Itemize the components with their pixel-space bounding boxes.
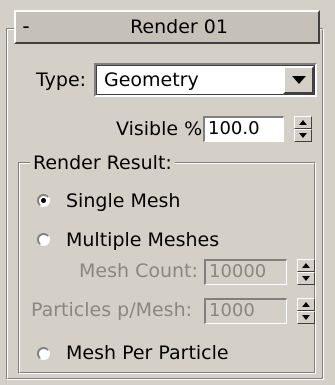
single-mesh-radio[interactable] — [37, 194, 50, 207]
spinner-up-icon — [302, 302, 310, 307]
spinner-up-icon — [299, 120, 307, 125]
spinner-up-button[interactable] — [294, 116, 312, 129]
spinner-down-button[interactable] — [297, 311, 315, 324]
multiple-meshes-radio[interactable] — [37, 233, 50, 246]
mesh-count-input[interactable]: 10000 — [204, 259, 287, 285]
particles-per-mesh-label: Particles p/Mesh: — [31, 299, 193, 321]
mesh-count-label: Mesh Count: — [79, 260, 198, 282]
spinner-up-button[interactable] — [297, 298, 315, 311]
render-result-title: Render Result: — [30, 151, 175, 175]
mesh-count-spinner[interactable] — [297, 259, 315, 285]
type-dropdown-value[interactable]: Geometry — [104, 67, 199, 93]
visible-percent-spinner[interactable] — [294, 116, 312, 142]
spinner-down-icon — [302, 276, 310, 281]
single-mesh-label[interactable]: Single Mesh — [66, 189, 180, 213]
dropdown-arrow-button[interactable] — [283, 66, 314, 94]
type-label: Type: — [36, 69, 87, 91]
dropdown-arrow-icon — [292, 76, 306, 84]
spinner-down-button[interactable] — [297, 272, 315, 285]
visible-percent-input[interactable]: 100.0 — [203, 116, 284, 142]
spinner-up-icon — [302, 263, 310, 268]
spinner-down-icon — [302, 315, 310, 320]
rollout-title[interactable]: Render 01 — [40, 12, 318, 42]
spinner-down-button[interactable] — [294, 129, 312, 142]
particles-per-mesh-spinner[interactable] — [297, 298, 315, 324]
mesh-per-particle-radio[interactable] — [37, 347, 50, 360]
spinner-down-icon — [299, 133, 307, 138]
spinner-up-button[interactable] — [297, 259, 315, 272]
multiple-meshes-label[interactable]: Multiple Meshes — [66, 228, 219, 252]
collapse-minus-icon[interactable]: - — [16, 14, 36, 40]
mesh-per-particle-label[interactable]: Mesh Per Particle — [66, 341, 229, 365]
particles-per-mesh-input[interactable]: 1000 — [204, 298, 287, 324]
visible-percent-label: Visible % — [116, 118, 203, 140]
